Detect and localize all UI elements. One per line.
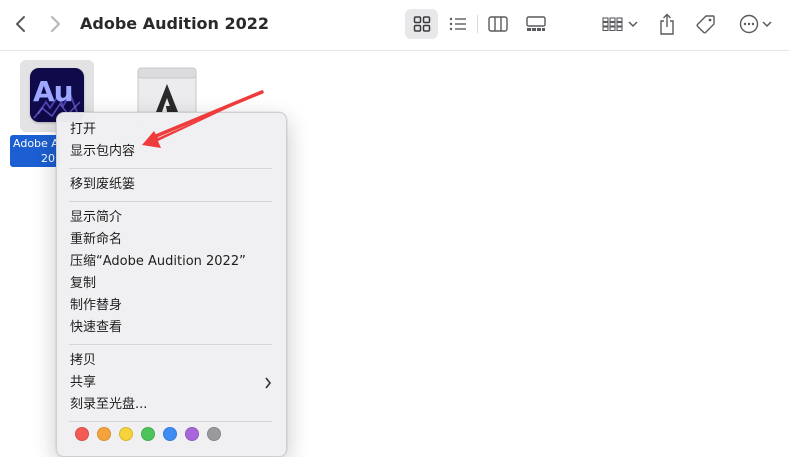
tag-yellow[interactable] — [119, 427, 133, 441]
menu-item-duplicate[interactable]: 复制 — [57, 273, 286, 295]
back-button[interactable] — [8, 10, 34, 38]
menu-item-rename[interactable]: 重新命名 — [57, 229, 286, 251]
tag-red[interactable] — [75, 427, 89, 441]
more-actions-button[interactable] — [735, 9, 775, 39]
share-icon — [660, 13, 674, 35]
tag-button[interactable] — [693, 9, 719, 39]
list-view-icon — [449, 17, 466, 31]
menu-item-burn-to-disc[interactable]: 刻录至光盘... — [57, 394, 286, 416]
tag-color-row — [57, 427, 286, 441]
more-ellipsis-icon — [739, 14, 758, 34]
menu-item-show-package-contents[interactable]: 显示包内容 — [57, 141, 286, 163]
gallery-view-button[interactable] — [522, 9, 550, 39]
file-name-label[interactable]: Adobe A 20 — [10, 135, 60, 167]
menu-separator — [69, 344, 272, 345]
list-view-button[interactable] — [444, 9, 472, 39]
group-by-button[interactable] — [600, 9, 640, 39]
chevron-right-icon — [51, 16, 60, 32]
tag-green[interactable] — [141, 427, 155, 441]
tag-icon — [696, 15, 715, 34]
toolbar-divider — [477, 15, 478, 33]
chevron-down-icon — [628, 21, 638, 28]
menu-separator — [69, 201, 272, 202]
column-view-button[interactable] — [484, 9, 512, 39]
window-title: Adobe Audition 2022 — [80, 14, 270, 33]
context-menu: 打开 显示包内容 移到废纸篓 显示简介 重新命名 压缩“Adobe Auditi… — [56, 112, 287, 457]
menu-item-open[interactable]: 打开 — [57, 119, 286, 141]
app-icon-text: Au — [33, 75, 74, 108]
finder-toolbar: Adobe Audition 2022 — [0, 0, 789, 51]
tag-purple[interactable] — [185, 427, 199, 441]
chevron-down-icon — [761, 21, 772, 28]
forward-button[interactable] — [42, 10, 68, 38]
file-name-line2: 20 — [41, 152, 55, 165]
column-view-icon — [488, 16, 508, 32]
file-name-line1: Adobe A — [13, 137, 59, 150]
tag-gray[interactable] — [207, 427, 221, 441]
menu-item-quick-look[interactable]: 快速查看 — [57, 317, 286, 339]
menu-item-get-info[interactable]: 显示简介 — [57, 207, 286, 229]
tag-orange[interactable] — [97, 427, 111, 441]
grid-view-icon — [413, 16, 430, 32]
chevron-left-icon — [16, 16, 25, 32]
menu-item-share[interactable]: 共享 — [57, 372, 286, 394]
menu-item-move-to-trash[interactable]: 移到废纸篓 — [57, 174, 286, 196]
menu-separator — [69, 421, 272, 422]
menu-separator — [69, 168, 272, 169]
menu-item-share-label: 共享 — [70, 375, 97, 390]
menu-item-copy[interactable]: 拷贝 — [57, 350, 286, 372]
tag-blue[interactable] — [163, 427, 177, 441]
grid-view-button[interactable] — [405, 9, 438, 39]
gallery-view-icon — [526, 16, 546, 31]
menu-item-make-alias[interactable]: 制作替身 — [57, 295, 286, 317]
menu-item-compress[interactable]: 压缩“Adobe Audition 2022” — [57, 251, 286, 273]
share-button[interactable] — [655, 9, 679, 39]
group-grid-icon — [602, 17, 623, 31]
